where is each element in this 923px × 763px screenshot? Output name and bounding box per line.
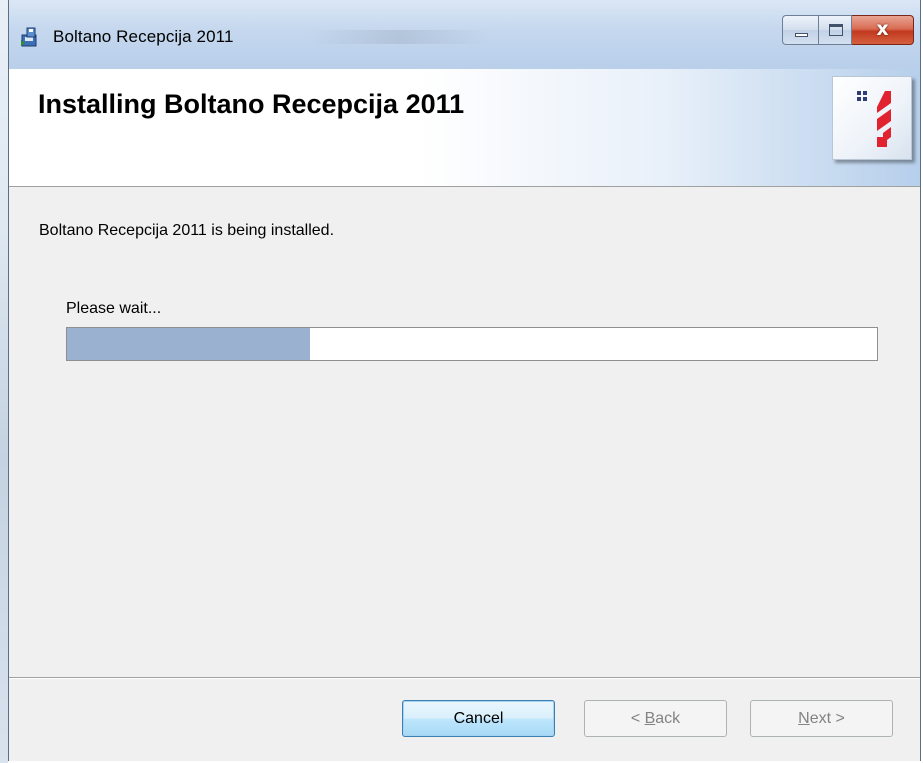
page-title: Installing Boltano Recepcija 2011 [38, 89, 465, 119]
caption-buttons: x [782, 15, 914, 49]
install-status-text: Boltano Recepcija 2011 is being installe… [39, 222, 335, 239]
title-overlay [309, 30, 489, 44]
cancel-button-label: Cancel [453, 710, 504, 727]
desktop-edge [0, 0, 8, 763]
header-banner: Installing Boltano Recepcija 2011 [9, 69, 920, 187]
back-button[interactable]: < Back [584, 700, 727, 737]
content-area: Boltano Recepcija 2011 is being installe… [9, 187, 920, 677]
close-icon: x [876, 18, 889, 40]
minimize-icon [795, 33, 808, 37]
maximize-icon [829, 24, 843, 36]
installer-window: Boltano Recepcija 2011 x Installing Bolt… [8, 0, 921, 761]
progress-fill [67, 328, 310, 360]
minimize-button[interactable] [782, 15, 818, 45]
back-button-accel: B [644, 710, 656, 727]
button-bar: Cancel < Back Next > [9, 679, 920, 761]
installer-app-icon [19, 26, 41, 48]
next-button-rest: ext > [809, 710, 845, 727]
close-button[interactable]: x [852, 15, 914, 45]
boltano-logo-icon [832, 76, 912, 160]
window-title: Boltano Recepcija 2011 [53, 27, 234, 46]
next-button-accel: N [798, 710, 810, 727]
back-button-prefix: < [630, 710, 645, 727]
maximize-button[interactable] [818, 15, 852, 45]
back-button-rest: ack [655, 710, 681, 727]
cancel-button[interactable]: Cancel [402, 700, 555, 737]
next-button[interactable]: Next > [750, 700, 893, 737]
please-wait-label: Please wait... [66, 300, 162, 317]
install-progress-bar [66, 327, 878, 361]
title-bar[interactable]: Boltano Recepcija 2011 x [9, 0, 920, 69]
